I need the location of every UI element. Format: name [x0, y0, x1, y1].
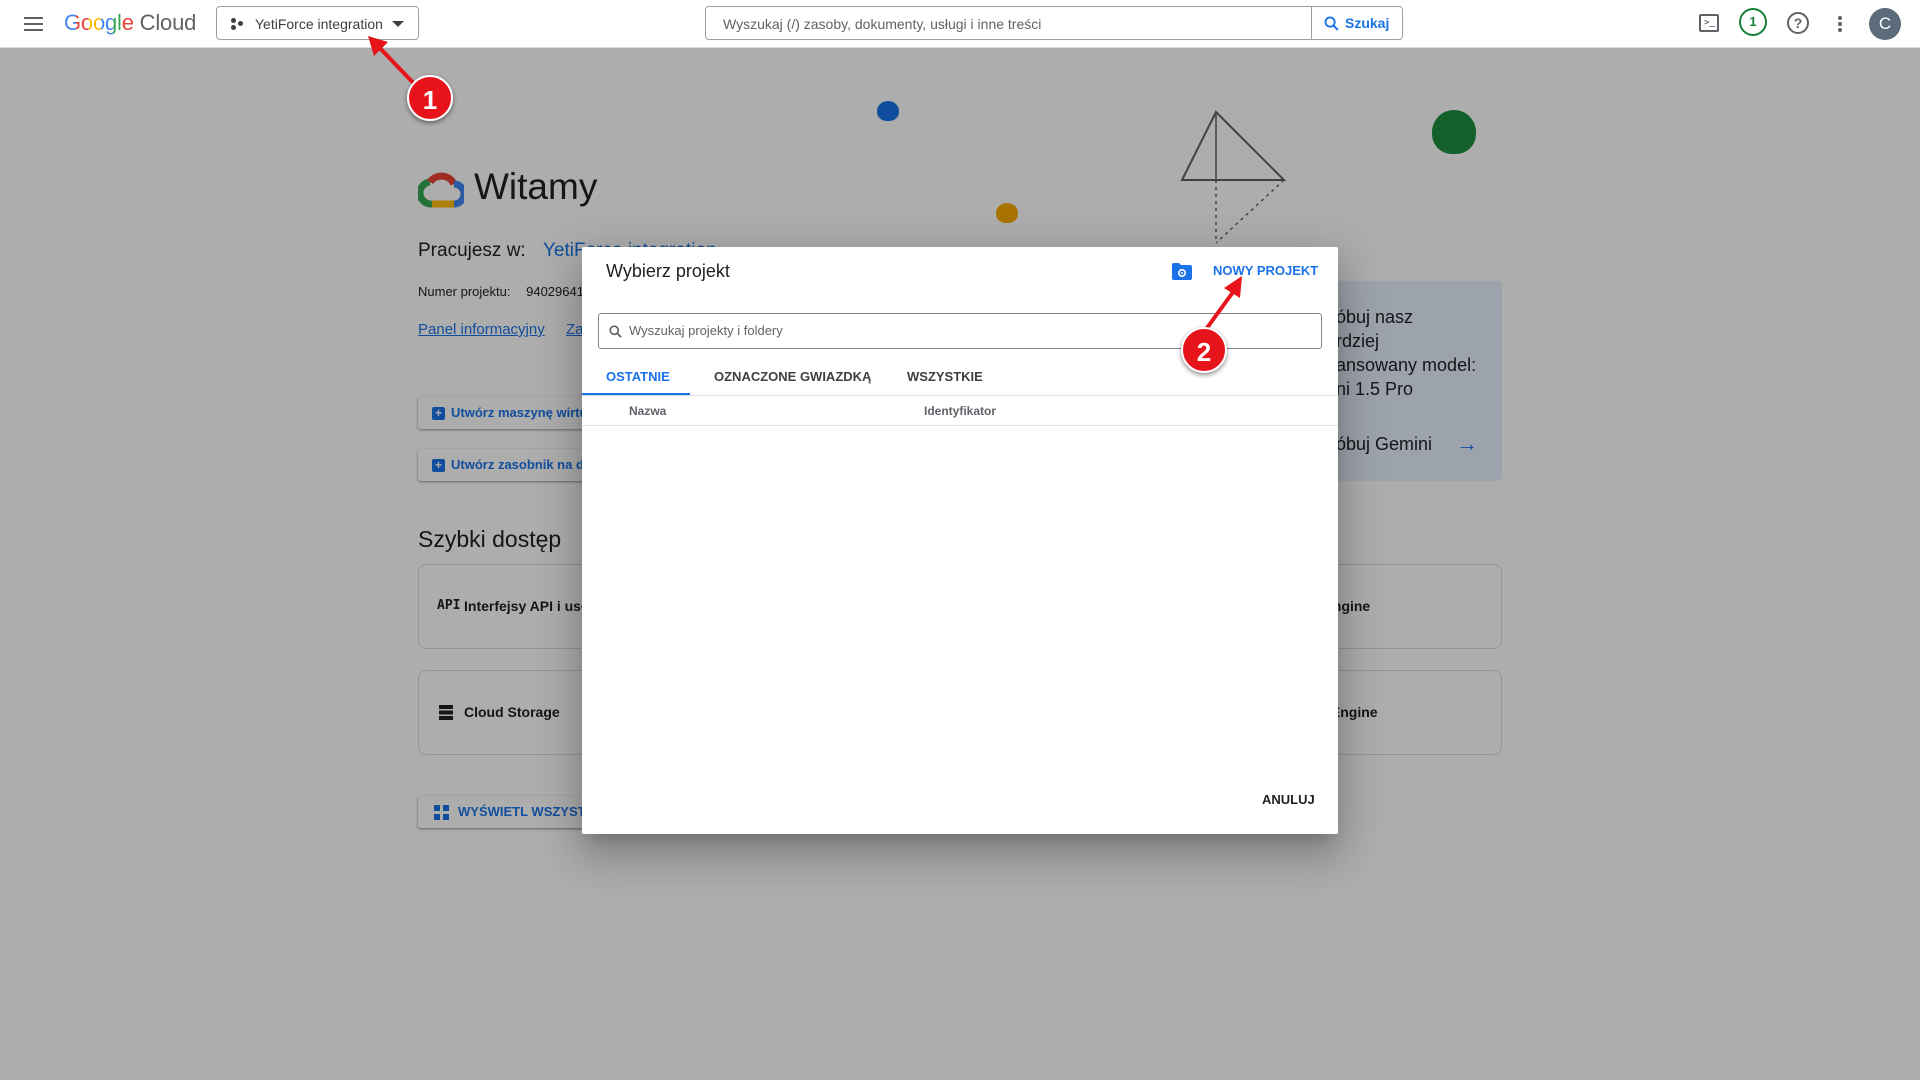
project-hierarchy-icon	[231, 18, 245, 30]
dialog-title: Wybierz projekt	[606, 261, 730, 281]
hamburger-menu-icon[interactable]	[22, 12, 46, 36]
column-header-id[interactable]: Identyfikator	[924, 404, 996, 418]
tab-recent[interactable]: OSTATNIE	[606, 369, 670, 384]
annotation-marker-2: 2	[1181, 327, 1227, 373]
logo-google-text: Google	[64, 10, 134, 35]
search-button[interactable]: Szukaj	[1311, 7, 1402, 39]
global-search-input[interactable]: Wyszukaj (/) zasoby, dokumenty, usługi i…	[705, 6, 1403, 40]
dropdown-caret-icon	[392, 21, 404, 27]
column-header-divider	[582, 425, 1338, 426]
project-search-placeholder: Wyszukaj projekty i foldery	[629, 323, 783, 338]
tab-all[interactable]: WSZYSTKIE	[907, 369, 983, 384]
help-icon[interactable]: ?	[1787, 12, 1809, 34]
cancel-button[interactable]: ANULUJ	[1262, 792, 1315, 807]
search-icon	[1324, 16, 1339, 31]
search-placeholder: Wyszukaj (/) zasoby, dokumenty, usługi i…	[723, 16, 1042, 32]
notifications-badge[interactable]: 1	[1739, 8, 1767, 36]
logo-cloud-text: Cloud	[139, 10, 197, 35]
top-app-bar: Google Cloud YetiForce integration Wyszu…	[0, 0, 1920, 48]
search-icon	[609, 325, 622, 338]
cloud-shell-icon[interactable]: >_	[1699, 14, 1719, 32]
search-button-label: Szukaj	[1345, 15, 1390, 31]
account-avatar[interactable]: C	[1869, 8, 1901, 40]
google-cloud-logo[interactable]: Google Cloud	[64, 9, 196, 37]
more-vert-icon[interactable]	[1837, 14, 1843, 34]
column-header-name[interactable]: Nazwa	[629, 404, 666, 418]
annotation-marker-1: 1	[407, 75, 453, 121]
tab-starred[interactable]: OZNACZONE GWIAZDKĄ	[714, 369, 871, 384]
tabs-divider	[582, 395, 1338, 396]
